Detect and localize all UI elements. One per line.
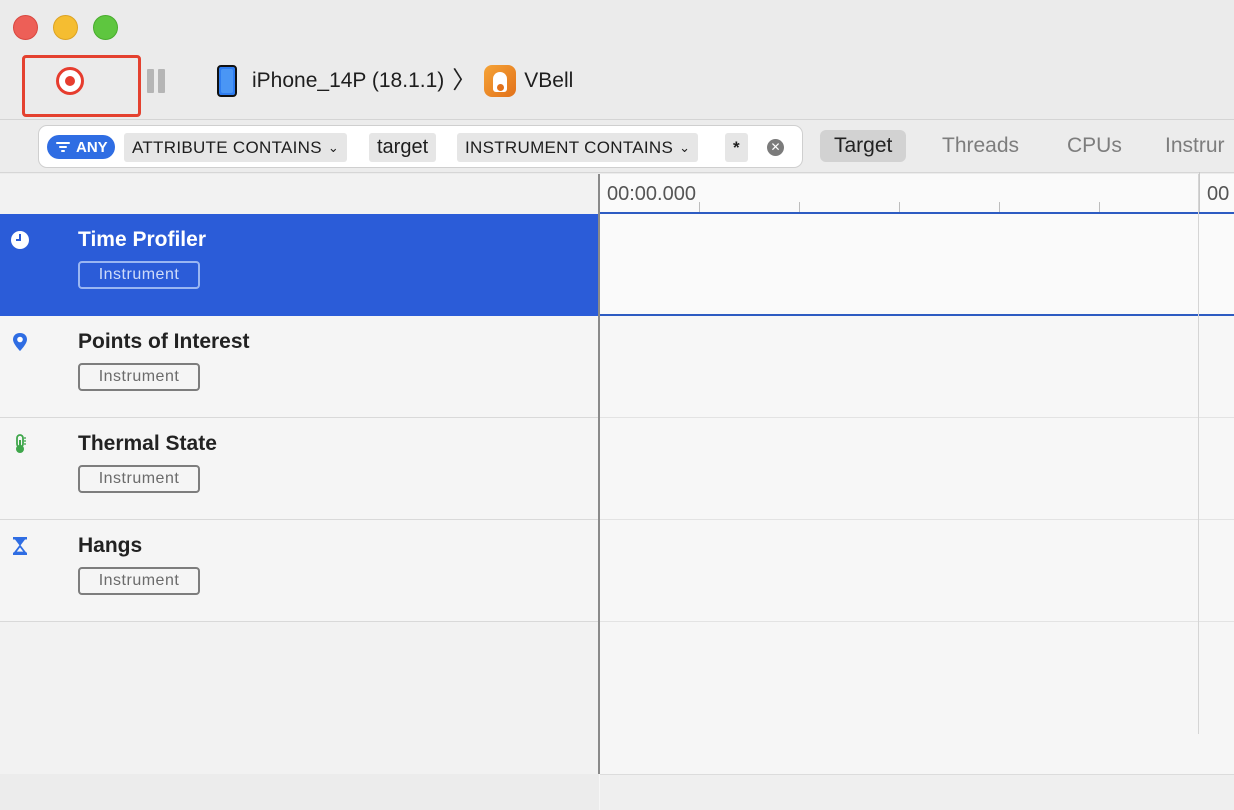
filter-icon [56,141,70,153]
track-title: Thermal State [78,432,217,455]
target-device-selector[interactable]: iPhone_14P (18.1.1) 〉 VBell [217,63,573,99]
window-maximize-button[interactable] [93,15,118,40]
main-area: Time Profiler Instrument Points of Inter… [0,172,1234,810]
ruler-tick [699,202,700,212]
ruler-tick [1099,202,1100,212]
track-badge: Instrument [78,465,200,493]
window-close-button[interactable] [13,15,38,40]
instrument-value-token[interactable]: * [725,133,748,162]
track-row-thermal-state[interactable]: Thermal State Instrument [0,418,599,520]
tab-instruments[interactable]: Instrur [1151,130,1234,162]
record-icon[interactable] [56,67,84,95]
filter-scope-label: ANY [76,138,108,156]
track-badge: Instrument [78,567,200,595]
chevron-down-icon: ⌄ [679,139,691,155]
tab-threads[interactable]: Threads [928,130,1033,162]
hourglass-icon [13,537,27,555]
timeline-footer [600,774,1234,810]
attribute-contains-token[interactable]: ATTRIBUTE CONTAINS ⌄ [124,133,348,162]
chevron-down-icon: ⌄ [327,139,340,155]
track-row-time-profiler[interactable]: Time Profiler Instrument [0,214,599,316]
track-list-header [0,174,599,214]
tab-cpus[interactable]: CPUs [1053,130,1136,162]
filter-scope-pill[interactable]: ANY [47,135,115,159]
window-minimize-button[interactable] [53,15,78,40]
filter-bar: ANY ATTRIBUTE CONTAINS ⌄ target INSTRUME… [0,121,1234,173]
ruler-start-time: 00:00.000 [607,183,696,205]
timeline-row-hangs[interactable] [600,520,1234,622]
track-title: Hangs [78,534,143,557]
clock-icon [11,231,29,249]
ruler-tick [999,202,1000,212]
pause-icon[interactable] [147,69,165,93]
filter-field[interactable]: ANY ATTRIBUTE CONTAINS ⌄ target INSTRUME… [38,125,803,168]
instrument-contains-token[interactable]: INSTRUMENT CONTAINS ⌄ [457,133,699,162]
instrument-value-label: * [733,137,740,157]
tab-instruments-label: Instrur [1165,134,1225,157]
attribute-value-label: target [377,136,429,158]
track-title: Time Profiler [78,228,206,251]
track-list: Time Profiler Instrument Points of Inter… [0,174,599,810]
timeline-row-thermal-state[interactable] [600,418,1234,520]
track-row-hangs[interactable]: Hangs Instrument [0,520,599,622]
window-toolbar: iPhone_14P (18.1.1) 〉 VBell [0,0,1234,120]
timeline-ruler[interactable]: 00:00.000 00 [600,172,1234,214]
ruler-next-time: 00 [1207,183,1230,205]
iphone-icon [217,65,237,97]
app-label: VBell [524,69,574,92]
instrument-contains-label: INSTRUMENT CONTAINS [465,137,674,157]
thermometer-icon [16,434,26,453]
attribute-value-token[interactable]: target [369,133,437,162]
track-list-footer [0,774,599,810]
tab-target-label: Target [834,134,893,157]
track-badge: Instrument [78,363,200,391]
track-badge: Instrument [78,261,200,289]
ruler-tick [1199,172,1200,212]
location-pin-icon [13,333,27,351]
track-title: Points of Interest [78,330,250,353]
timeline-gridline [1198,174,1199,734]
track-row-points-of-interest[interactable]: Points of Interest Instrument [0,316,599,418]
tab-cpus-label: CPUs [1067,134,1122,157]
ruler-tick [899,202,900,212]
device-label: iPhone_14P (18.1.1) [252,69,445,92]
attribute-contains-label: ATTRIBUTE CONTAINS [132,137,322,157]
timeline-row-time-profiler[interactable] [600,214,1234,316]
ruler-tick [799,202,800,212]
chevron-right-icon: 〉 [452,67,477,94]
clear-icon[interactable]: ✕ [767,139,784,156]
tab-threads-label: Threads [942,134,1020,157]
tab-target[interactable]: Target [820,130,907,162]
timeline-row-points-of-interest[interactable] [600,316,1234,418]
vbell-app-icon [484,65,517,97]
